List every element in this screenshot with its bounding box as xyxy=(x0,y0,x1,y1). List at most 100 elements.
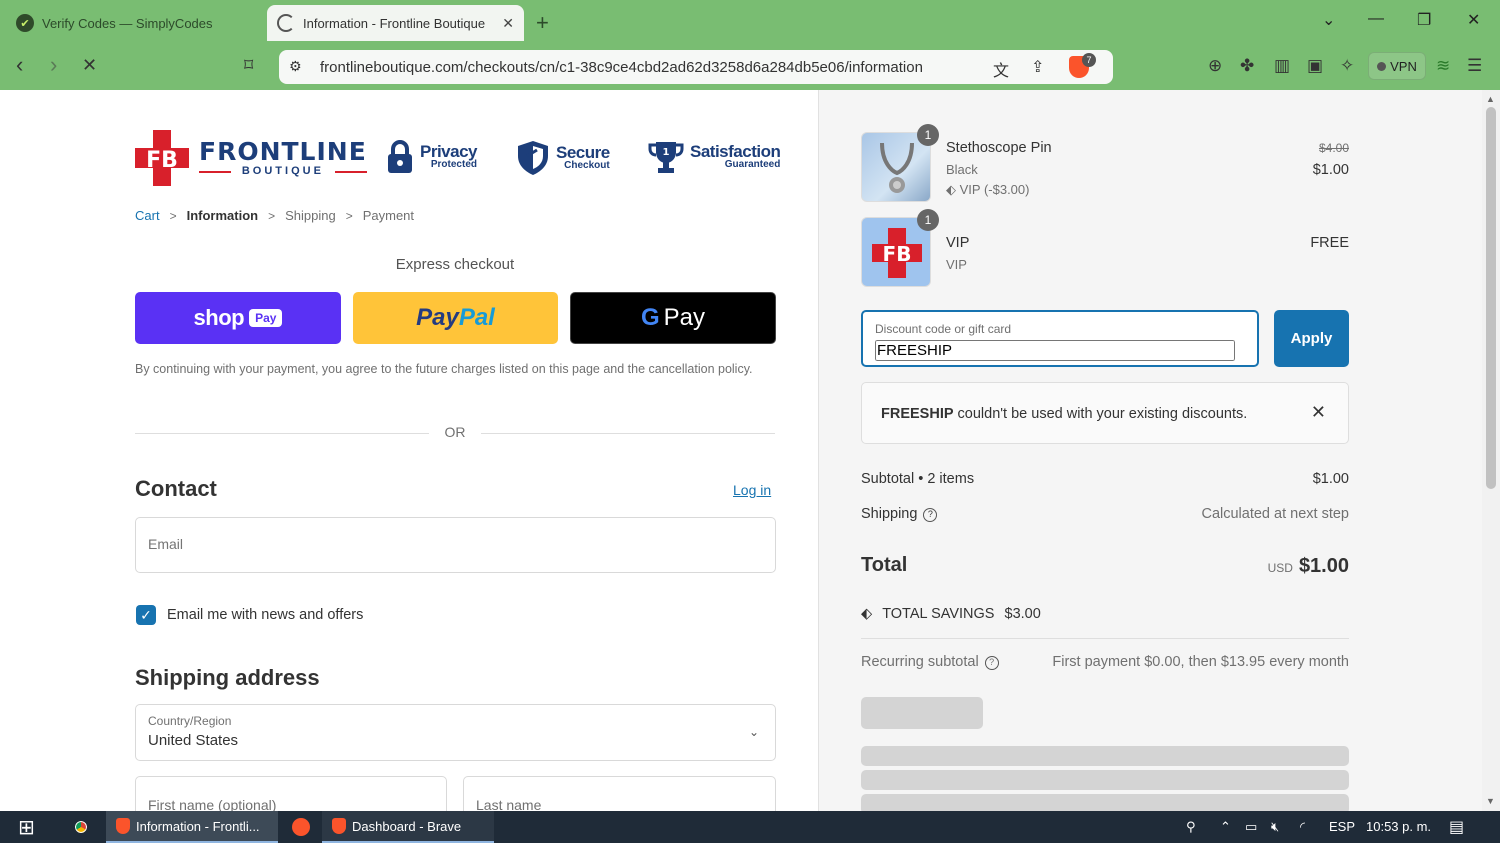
consent-text: By continuing with your payment, you agr… xyxy=(135,362,753,376)
secure-badge: Secure Checkout xyxy=(516,140,610,176)
or-divider: OR xyxy=(135,424,775,444)
divider-line xyxy=(861,638,1349,639)
tag-icon: ⬖ xyxy=(946,182,956,197)
paypal-button[interactable]: PayPal xyxy=(353,292,558,344)
wallet-icon[interactable]: ▣ xyxy=(1307,57,1323,75)
google-pay-label: Pay xyxy=(663,304,706,331)
task-view-icon[interactable]: ⊞ xyxy=(8,811,45,843)
total-amount: USD $1.00 xyxy=(1268,555,1349,578)
last-name-placeholder: Last name xyxy=(476,797,542,811)
discount-code-field[interactable]: Discount code or gift card xyxy=(861,310,1259,367)
checkout-main: FB FRONTLINE BOUTIQUE Privacy Protected S… xyxy=(0,90,818,811)
first-name-placeholder: First name (optional) xyxy=(148,797,277,811)
breadcrumb-cart[interactable]: Cart xyxy=(135,208,160,223)
web3-icon[interactable]: ⊕ xyxy=(1208,57,1222,75)
close-tab-icon[interactable]: ✕ xyxy=(502,15,514,32)
first-name-field[interactable]: First name (optional) xyxy=(135,776,447,811)
tab-title: Verify Codes — SimplyCodes xyxy=(42,15,213,31)
language-indicator[interactable]: ESP xyxy=(1329,819,1355,834)
sidebar-icon[interactable]: ▥ xyxy=(1274,57,1290,75)
notifications-icon[interactable]: ▤ xyxy=(1449,817,1464,837)
logo-sub: BOUTIQUE xyxy=(199,165,367,177)
new-tab-button[interactable]: + xyxy=(536,10,549,36)
shipping-label: Shipping xyxy=(861,506,918,522)
close-window-button[interactable]: ✕ xyxy=(1467,10,1480,30)
express-checkout-title: Express checkout xyxy=(395,256,515,273)
rewards-icon[interactable]: ≋ xyxy=(1436,57,1450,75)
forward-button[interactable]: › xyxy=(50,54,57,76)
google-pay-button[interactable]: G Pay xyxy=(570,292,776,344)
vpn-label: VPN xyxy=(1390,58,1417,74)
country-select[interactable]: Country/Region United States ⌄ xyxy=(135,704,776,761)
last-name-field[interactable]: Last name xyxy=(463,776,776,811)
menu-icon[interactable]: ☰ xyxy=(1467,57,1482,75)
email-field[interactable] xyxy=(135,517,776,573)
satisfaction-badge: 1 Satisfaction Guaranteed xyxy=(648,140,781,174)
savings-row: ⬖ TOTAL SAVINGS $3.00 xyxy=(861,606,1349,622)
error-message: FREESHIP couldn't be used with your exis… xyxy=(881,406,1247,422)
log-in-link[interactable]: Log in xyxy=(733,482,771,498)
chrome-icon[interactable] xyxy=(62,811,100,843)
svg-text:1: 1 xyxy=(663,147,670,158)
shop-pay-button[interactable]: shop Pay xyxy=(135,292,341,344)
battery-icon[interactable]: ▭ xyxy=(1245,819,1257,835)
volume-muted-icon[interactable]: 🔇︎ xyxy=(1271,819,1279,835)
vip-thumb-text: FB xyxy=(883,242,912,266)
people-icon[interactable]: ⚲ xyxy=(1186,819,1196,835)
discount-input[interactable] xyxy=(875,340,1235,361)
help-icon[interactable]: ? xyxy=(984,656,999,670)
tab-simplycodes[interactable]: ✔ Verify Codes — SimplyCodes xyxy=(6,5,261,41)
page-scrollbar[interactable]: ▲ ▼ xyxy=(1482,90,1500,811)
email-input[interactable] xyxy=(148,536,758,552)
tab-information[interactable]: Information - Frontline Boutique ✕ xyxy=(267,5,524,41)
badge-sub: Guaranteed xyxy=(724,159,781,170)
divider-line xyxy=(481,433,775,434)
badge-title: Privacy xyxy=(420,142,478,161)
currency-code: USD xyxy=(1267,561,1293,575)
address-bar[interactable]: ⚙ frontlineboutique.com/checkouts/cn/c1-… xyxy=(279,50,1113,84)
item-variant: Black xyxy=(946,162,978,177)
wifi-icon[interactable]: ◜ xyxy=(1300,819,1305,835)
translate-icon[interactable]: 文 xyxy=(993,57,1009,81)
item-discount: ⬖ VIP (-$3.00) xyxy=(946,182,1029,198)
site-settings-icon[interactable]: ⚙ xyxy=(289,58,302,75)
breadcrumb: Cart > Information > Shipping > Payment xyxy=(135,208,414,223)
help-icon[interactable]: ? xyxy=(923,508,938,522)
tab-search-icon[interactable]: ⌄ xyxy=(1322,10,1335,30)
brave-icon xyxy=(332,818,346,834)
discount-text: VIP (-$3.00) xyxy=(959,182,1030,197)
restore-button[interactable]: ❐ xyxy=(1417,10,1431,30)
scroll-up-icon[interactable]: ▲ xyxy=(1486,94,1495,104)
subtotal-value: $1.00 xyxy=(1312,471,1349,487)
chevron-up-icon[interactable]: ⌃ xyxy=(1220,819,1231,835)
back-button[interactable]: ‹ xyxy=(16,54,23,76)
total-row: Total USD $1.00 xyxy=(861,554,1349,584)
badge-title: Satisfaction xyxy=(690,142,781,161)
stop-loading-button[interactable]: ✕ xyxy=(82,54,97,76)
shipping-row: Shipping? Calculated at next step xyxy=(861,506,1349,522)
clock[interactable]: 10:53 p. m. xyxy=(1366,819,1431,834)
apply-button[interactable]: Apply xyxy=(1274,310,1349,367)
order-summary: 1 Stethoscope Pin Black ⬖ VIP (-$3.00) $… xyxy=(818,90,1482,811)
taskbar-item-information[interactable]: Information - Frontli... xyxy=(106,811,278,843)
divider-line xyxy=(135,433,429,434)
scroll-thumb[interactable] xyxy=(1486,107,1496,489)
share-icon[interactable]: ⇪ xyxy=(1031,57,1044,77)
taskbar-item-dashboard[interactable]: Dashboard - Brave xyxy=(322,811,494,843)
brave-icon[interactable] xyxy=(282,811,320,843)
shop-pay-tag: Pay xyxy=(249,309,283,327)
scroll-down-icon[interactable]: ▼ xyxy=(1486,796,1495,806)
newsletter-checkbox[interactable]: ✓ xyxy=(136,605,156,625)
leo-ai-icon[interactable]: ✧ xyxy=(1340,57,1354,75)
close-icon[interactable]: ✕ xyxy=(1311,402,1326,423)
extensions-icon[interactable]: ✤ xyxy=(1240,57,1254,75)
item-price: $1.00 xyxy=(1312,162,1349,178)
savings-value: $3.00 xyxy=(1004,606,1041,622)
url-text[interactable]: frontlineboutique.com/checkouts/cn/c1-38… xyxy=(320,59,923,76)
store-logo[interactable]: FB FRONTLINE BOUTIQUE xyxy=(135,130,367,186)
minimize-button[interactable]: — xyxy=(1368,10,1384,28)
trophy-icon: 1 xyxy=(648,142,684,173)
vpn-button[interactable]: VPN xyxy=(1368,52,1426,80)
tag-icon: ⬖ xyxy=(861,606,873,622)
bookmark-icon[interactable]: ⌑ xyxy=(244,54,253,76)
